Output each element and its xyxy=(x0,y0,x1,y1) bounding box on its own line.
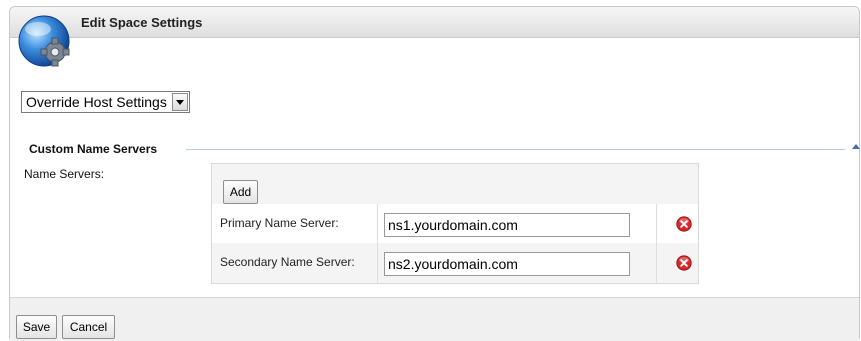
collapse-arrow-icon[interactable] xyxy=(852,144,860,149)
delete-icon[interactable] xyxy=(676,216,692,232)
table-row: Secondary Name Server: xyxy=(212,243,698,283)
primary-name-server-label: Primary Name Server: xyxy=(220,216,339,230)
section-divider xyxy=(186,149,845,150)
column-divider xyxy=(377,204,378,243)
form-footer: Save Cancel xyxy=(10,297,859,341)
settings-globe-icon xyxy=(18,15,70,67)
page-title: Edit Space Settings xyxy=(81,15,203,30)
chevron-down-icon[interactable] xyxy=(171,93,188,111)
secondary-name-server-label: Secondary Name Server: xyxy=(220,255,355,269)
delete-icon[interactable] xyxy=(676,255,692,271)
table-row: Primary Name Server: xyxy=(212,204,698,244)
primary-name-server-input[interactable] xyxy=(384,213,630,237)
column-divider xyxy=(377,243,378,283)
edit-space-settings-panel: Edit Space Settings Override Host Settin… xyxy=(9,6,860,341)
settings-mode-select-value: Override Host Settings xyxy=(26,94,167,110)
settings-mode-select[interactable]: Override Host Settings xyxy=(21,91,190,113)
save-button[interactable]: Save xyxy=(16,315,57,339)
name-servers-table: Add Primary Name Server: Secondary Name … xyxy=(211,163,699,284)
cancel-button[interactable]: Cancel xyxy=(62,315,115,339)
name-servers-toolbar: Add xyxy=(212,164,698,205)
add-name-server-button[interactable]: Add xyxy=(223,180,258,204)
section-title: Custom Name Servers xyxy=(29,142,158,156)
column-divider xyxy=(656,204,657,243)
panel-header: Edit Space Settings xyxy=(10,7,859,38)
secondary-name-server-input[interactable] xyxy=(384,252,630,276)
name-servers-label: Name Servers: xyxy=(24,167,105,181)
column-divider xyxy=(656,243,657,283)
